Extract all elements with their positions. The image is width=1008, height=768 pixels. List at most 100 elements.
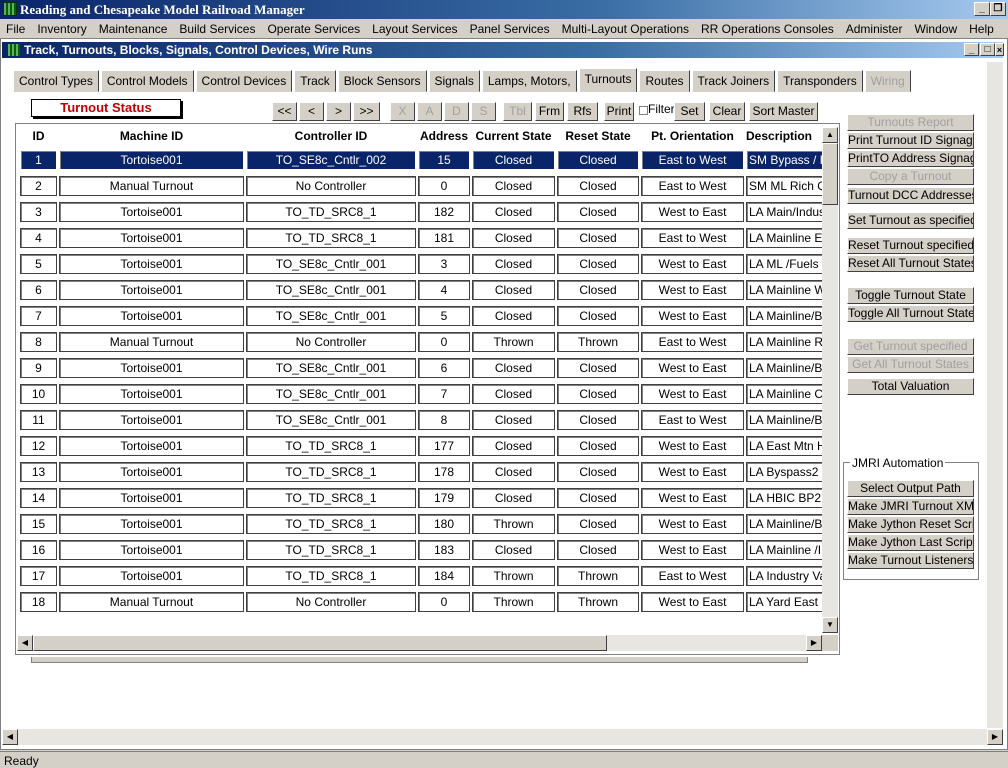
toggle-all-turnout-states-button[interactable]: Toggle All Turnout States	[847, 305, 974, 322]
make-turnout-listeners-button[interactable]: Make Turnout Listeners	[847, 552, 974, 569]
menu-panel-services[interactable]: Panel Services	[464, 22, 556, 36]
cell-reset-state[interactable]: Thrown	[557, 566, 639, 586]
get-all-turnout-states-button[interactable]: Get All Turnout States	[847, 356, 974, 373]
cell-description[interactable]: SM ML Rich Q	[746, 176, 823, 196]
cell-address[interactable]: 0	[418, 332, 470, 352]
cell-current-state[interactable]: Closed	[472, 462, 555, 482]
cell-machine-id[interactable]: Tortoise001	[59, 436, 244, 456]
cell-current-state[interactable]: Thrown	[472, 566, 555, 586]
tab-control-models[interactable]: Control Models	[100, 70, 194, 92]
cell-current-state[interactable]: Closed	[472, 540, 555, 560]
column-header-reset-state[interactable]: Reset State	[557, 127, 639, 145]
d-button[interactable]: D	[444, 102, 469, 121]
cell-machine-id[interactable]: Tortoise001	[59, 566, 244, 586]
cell-pt-orientation[interactable]: East to West	[641, 150, 744, 170]
cell-reset-state[interactable]: Closed	[557, 306, 639, 326]
cell-pt-orientation[interactable]: West to East	[641, 280, 744, 300]
menu-window[interactable]: Window	[908, 22, 963, 36]
cell-pt-orientation[interactable]: West to East	[641, 462, 744, 482]
cell-controller-id[interactable]: TO_TD_SRC8_1	[246, 540, 416, 560]
cell-controller-id[interactable]: TO_SE8c_Cntlr_001	[246, 280, 416, 300]
cell-machine-id[interactable]: Tortoise001	[59, 514, 244, 534]
cell-controller-id[interactable]: TO_TD_SRC8_1	[246, 488, 416, 508]
cell-description[interactable]: LA Mainline R	[746, 332, 823, 352]
reset-turnout-specified-button[interactable]: Reset Turnout specified	[847, 237, 974, 254]
cell-controller-id[interactable]: TO_TD_SRC8_1	[246, 514, 416, 534]
cell-address[interactable]: 183	[418, 540, 470, 560]
cell-controller-id[interactable]: No Controller	[246, 332, 416, 352]
column-header-address[interactable]: Address	[418, 127, 470, 145]
cell-address[interactable]: 5	[418, 306, 470, 326]
cell-description[interactable]: LA Mainline /I	[746, 540, 823, 560]
cell-description[interactable]: LA Byspass2	[746, 462, 823, 482]
prev-record-button[interactable]: <	[299, 102, 324, 121]
first-record-button[interactable]: <<	[272, 102, 297, 121]
cell-address[interactable]: 184	[418, 566, 470, 586]
cell-address[interactable]: 4	[418, 280, 470, 300]
printto-address-signage-button[interactable]: PrintTO Address Signage	[847, 150, 974, 167]
sort-master-button[interactable]: Sort Master	[749, 102, 818, 121]
menu-inventory[interactable]: Inventory	[31, 22, 92, 36]
cell-controller-id[interactable]: No Controller	[246, 176, 416, 196]
window-scroll-left-icon[interactable]: ◀	[2, 729, 18, 745]
cell-address[interactable]: 6	[418, 358, 470, 378]
cell-machine-id[interactable]: Tortoise001	[59, 488, 244, 508]
turnouts-report-button[interactable]: Turnouts Report	[847, 114, 974, 131]
tab-block-sensors[interactable]: Block Sensors	[337, 70, 427, 92]
copy-a-turnout-button[interactable]: Copy a Turnout	[847, 168, 974, 185]
get-turnout-specified-button[interactable]: Get Turnout specified	[847, 338, 974, 355]
cell-address[interactable]: 0	[418, 592, 470, 612]
menu-multi-layout-operations[interactable]: Multi-Layout Operations	[556, 22, 695, 36]
cell-pt-orientation[interactable]: West to East	[641, 202, 744, 222]
cell-description[interactable]: LA Yard East I	[746, 592, 823, 612]
print-turnout-id-signage-button[interactable]: Print Turnout ID Signage	[847, 132, 974, 149]
cell-current-state[interactable]: Closed	[472, 202, 555, 222]
cell-description[interactable]: LA Mainline C	[746, 384, 823, 404]
cell-machine-id[interactable]: Tortoise001	[59, 410, 244, 430]
cell-address[interactable]: 178	[418, 462, 470, 482]
cell-reset-state[interactable]: Thrown	[557, 592, 639, 612]
tab-track[interactable]: Track	[294, 70, 336, 92]
cell-reset-state[interactable]: Closed	[557, 228, 639, 248]
table-vertical-scrollbar[interactable]: ▲ ▼	[822, 127, 838, 633]
cell-id[interactable]: 16	[20, 540, 57, 560]
last-record-button[interactable]: >>	[353, 102, 380, 121]
menu-operate-services[interactable]: Operate Services	[261, 22, 366, 36]
cell-id[interactable]: 7	[20, 306, 57, 326]
tab-lamps-motors[interactable]: Lamps, Motors,	[481, 70, 577, 92]
menu-build-services[interactable]: Build Services	[173, 22, 261, 36]
cell-id[interactable]: 2	[20, 176, 57, 196]
cell-controller-id[interactable]: No Controller	[246, 592, 416, 612]
cell-id[interactable]: 14	[20, 488, 57, 508]
cell-description[interactable]: LA Mainline/B'	[746, 514, 823, 534]
cell-current-state[interactable]: Thrown	[472, 592, 555, 612]
cell-reset-state[interactable]: Closed	[557, 384, 639, 404]
cell-current-state[interactable]: Closed	[472, 436, 555, 456]
cell-address[interactable]: 182	[418, 202, 470, 222]
cell-machine-id[interactable]: Tortoise001	[59, 306, 244, 326]
tab-transponders[interactable]: Transponders	[777, 70, 863, 92]
menu-maintenance[interactable]: Maintenance	[93, 22, 174, 36]
cell-id[interactable]: 18	[20, 592, 57, 612]
cell-controller-id[interactable]: TO_SE8c_Cntlr_001	[246, 410, 416, 430]
cell-reset-state[interactable]: Closed	[557, 514, 639, 534]
make-jmri-turnout-xml-button[interactable]: Make JMRI Turnout XML	[847, 498, 974, 515]
cell-current-state[interactable]: Closed	[472, 488, 555, 508]
tab-signals[interactable]: Signals	[428, 70, 480, 92]
cell-address[interactable]: 177	[418, 436, 470, 456]
cell-reset-state[interactable]: Closed	[557, 254, 639, 274]
cell-reset-state[interactable]: Closed	[557, 488, 639, 508]
cell-pt-orientation[interactable]: West to East	[641, 592, 744, 612]
cell-address[interactable]: 179	[418, 488, 470, 508]
column-header-current-state[interactable]: Current State	[472, 127, 555, 145]
cell-current-state[interactable]: Closed	[472, 228, 555, 248]
make-jython-last-script-button[interactable]: Make Jython Last Script	[847, 534, 974, 551]
delete-record-button[interactable]: X	[390, 102, 415, 121]
cell-address[interactable]: 3	[418, 254, 470, 274]
menu-file[interactable]: File	[0, 22, 31, 36]
cell-machine-id[interactable]: Tortoise001	[59, 384, 244, 404]
scroll-right-icon[interactable]: ▶	[806, 635, 822, 651]
cell-controller-id[interactable]: TO_SE8c_Cntlr_001	[246, 254, 416, 274]
make-jython-reset-script-button[interactable]: Make Jython Reset Script	[847, 516, 974, 533]
cell-controller-id[interactable]: TO_SE8c_Cntlr_001	[246, 306, 416, 326]
